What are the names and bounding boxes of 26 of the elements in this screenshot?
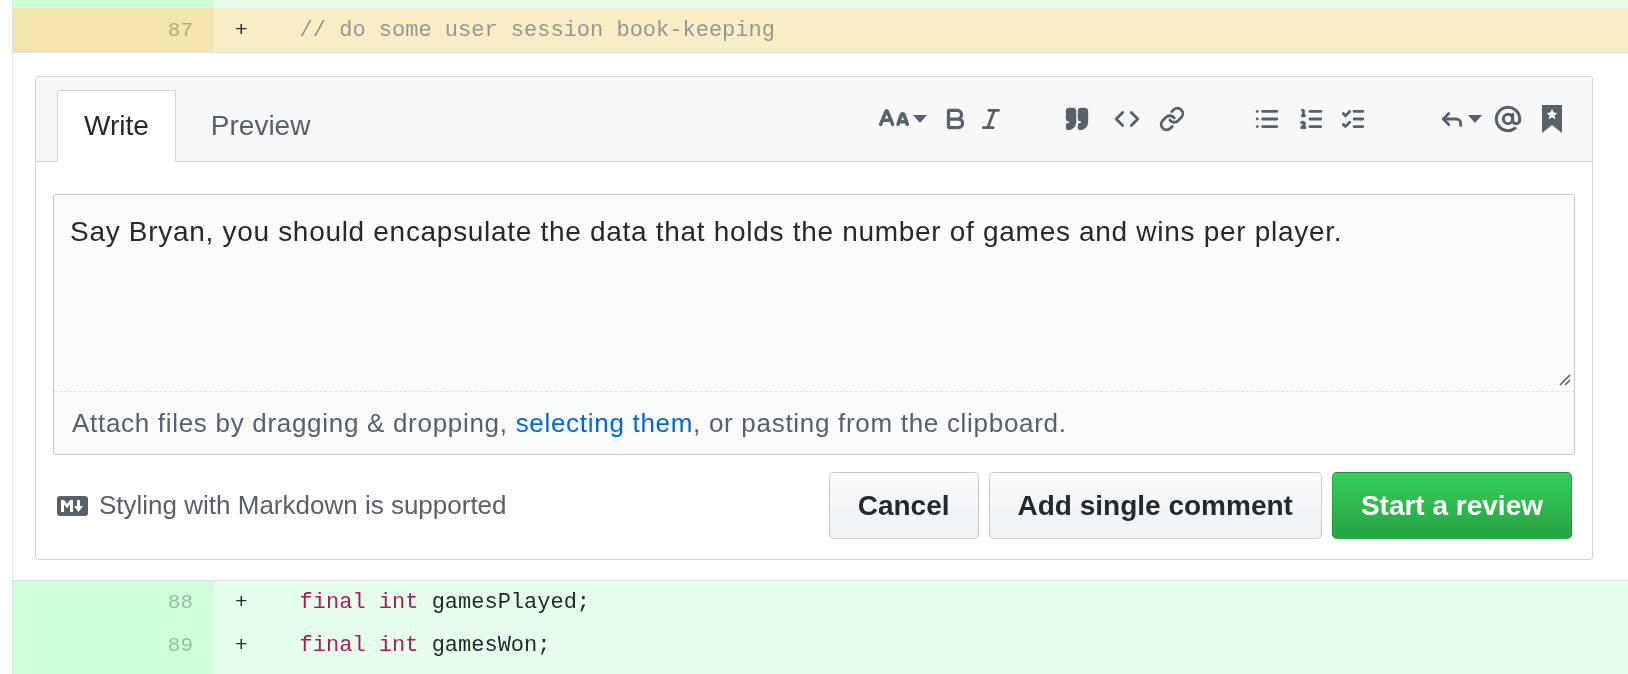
diff-marker: +	[235, 591, 248, 614]
bookmark-icon[interactable]	[1542, 105, 1562, 133]
attach-hint: Attach files by dragging & dropping, selecting them, or pasting from the clipboard.	[72, 407, 1067, 439]
line-number: 89	[167, 634, 193, 657]
comment-input[interactable]: Say Bryan, you should encapsulate the data that holds the number of games and wins per player.	[54, 195, 1574, 391]
line-number: 88	[167, 591, 193, 614]
caret-icon[interactable]	[912, 115, 927, 123]
resize-handle-icon[interactable]	[1557, 372, 1571, 386]
markdown-icon	[57, 495, 88, 516]
code-line: final int gamesPlayed;	[299, 590, 591, 615]
editor-tab[interactable]: Preview	[183, 90, 338, 162]
line-number: 87	[167, 18, 193, 42]
quote-icon[interactable]	[1064, 106, 1090, 132]
at-sign-icon[interactable]	[1494, 105, 1522, 133]
caret-icon[interactable]	[1467, 115, 1482, 123]
editor-tab[interactable]: Write	[57, 90, 176, 162]
select-files-link[interactable]: selecting them	[515, 407, 694, 438]
diff-marker: +	[235, 18, 248, 42]
markdown-note: Styling with Markdown is supported	[99, 490, 507, 521]
code-line: // do some user session book-keeping	[299, 17, 775, 43]
form-button[interactable]: Add single comment	[988, 472, 1322, 539]
link-icon[interactable]	[1159, 106, 1185, 132]
numbered-list-icon[interactable]	[1298, 106, 1324, 132]
diff-marker: +	[235, 634, 248, 657]
form-button[interactable]: Cancel	[828, 472, 979, 539]
code-line: final int gamesWon;	[299, 633, 551, 658]
